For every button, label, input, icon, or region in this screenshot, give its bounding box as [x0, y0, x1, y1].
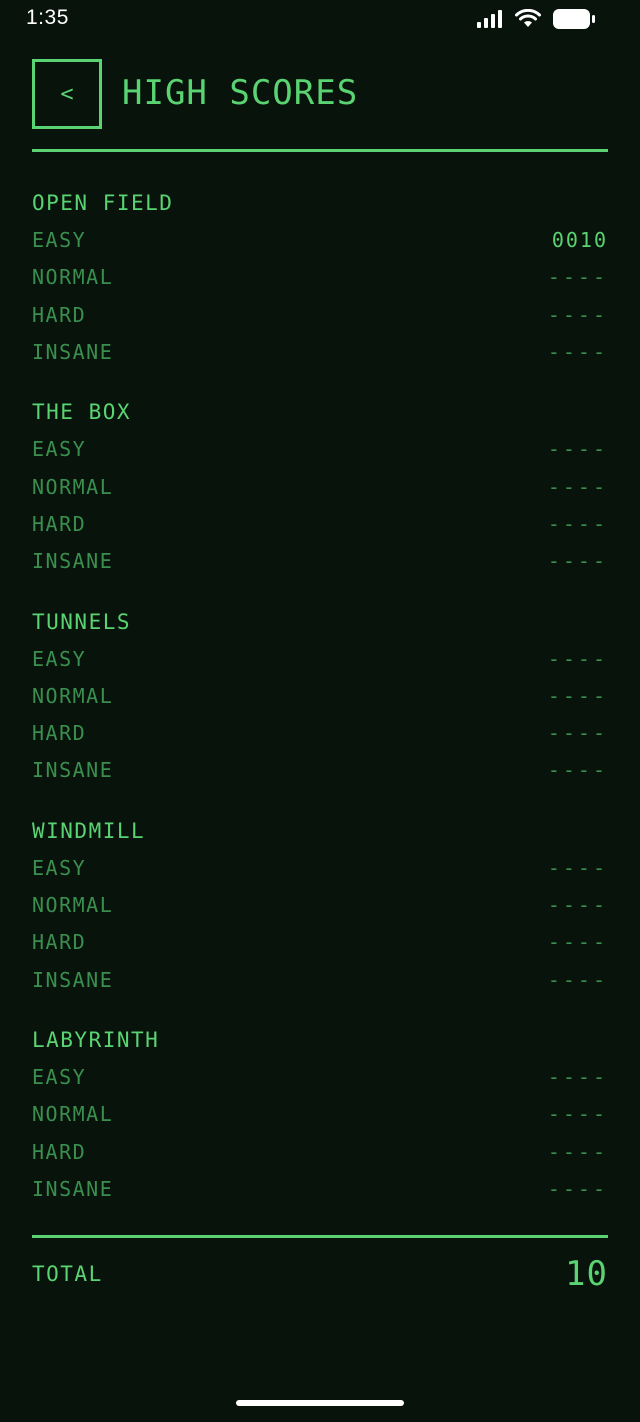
- difficulty-label: EASY: [32, 437, 87, 462]
- back-button[interactable]: <: [32, 59, 102, 129]
- score-row: EASY 0010: [32, 222, 608, 259]
- score-row: NORMAL ----: [32, 469, 608, 506]
- total-divider: [32, 1235, 608, 1238]
- difficulty-label: HARD: [32, 302, 87, 327]
- score-value: 0010: [551, 228, 608, 252]
- score-value: ----: [547, 1176, 608, 1201]
- difficulty-label: NORMAL: [32, 474, 114, 499]
- difficulty-label: INSANE: [32, 758, 114, 783]
- level-section-open-field: OPEN FIELD EASY 0010 NORMAL ---- HARD --…: [32, 184, 608, 393]
- difficulty-label: EASY: [32, 1065, 87, 1089]
- score-value: ----: [547, 646, 608, 671]
- difficulty-label: INSANE: [32, 1176, 114, 1201]
- score-row: EASY ----: [32, 1059, 608, 1096]
- level-section-tunnels: TUNNELS EASY ---- NORMAL ---- HARD ---- …: [32, 603, 608, 812]
- score-row: HARD ----: [32, 715, 608, 752]
- section-title: WINDMILL: [32, 818, 146, 843]
- difficulty-label: INSANE: [32, 549, 114, 574]
- status-bar: 1:35: [0, 0, 640, 40]
- score-value: ----: [547, 474, 608, 499]
- score-value: ----: [547, 511, 608, 536]
- difficulty-label: HARD: [32, 721, 87, 746]
- score-row: HARD ----: [32, 297, 608, 334]
- score-row: HARD ----: [32, 1134, 608, 1171]
- score-row: INSANE ----: [32, 752, 608, 789]
- difficulty-label: EASY: [32, 855, 87, 880]
- score-value: ----: [547, 758, 608, 783]
- score-value: ----: [547, 893, 608, 918]
- difficulty-label: EASY: [32, 646, 87, 671]
- status-icons: [476, 8, 596, 30]
- status-time: 1:35: [26, 6, 69, 29]
- home-indicator[interactable]: [236, 1400, 404, 1406]
- difficulty-label: HARD: [32, 930, 87, 955]
- total-label: TOTAL: [32, 1262, 103, 1286]
- score-value: ----: [547, 549, 608, 574]
- difficulty-label: NORMAL: [32, 265, 114, 290]
- score-value: ----: [547, 339, 608, 364]
- difficulty-label: HARD: [32, 1139, 87, 1164]
- score-row: INSANE ----: [32, 334, 608, 371]
- score-row: HARD ----: [32, 506, 608, 543]
- difficulty-label: INSANE: [32, 967, 114, 992]
- page-title: HIGH SCORES: [122, 73, 359, 113]
- score-value: ----: [547, 855, 608, 880]
- score-row: HARD ----: [32, 924, 608, 961]
- section-title: OPEN FIELD: [32, 191, 174, 215]
- total-row: TOTAL 10: [32, 1250, 608, 1298]
- score-row: NORMAL ----: [32, 259, 608, 296]
- score-row: INSANE ----: [32, 1171, 608, 1208]
- difficulty-label: HARD: [32, 511, 87, 536]
- header-divider: [32, 149, 608, 152]
- difficulty-label: NORMAL: [32, 893, 114, 918]
- score-row: NORMAL ----: [32, 1096, 608, 1133]
- cellular-signal-icon: [477, 10, 502, 28]
- difficulty-label: NORMAL: [32, 683, 114, 708]
- score-row: INSANE ----: [32, 962, 608, 999]
- score-value: ----: [547, 265, 608, 290]
- scores-list: OPEN FIELD EASY 0010 NORMAL ---- HARD --…: [32, 184, 608, 1230]
- score-value: ----: [547, 1139, 608, 1164]
- score-value: ----: [547, 683, 608, 708]
- difficulty-label: INSANE: [32, 339, 114, 364]
- header: < HIGH SCORES: [32, 59, 608, 129]
- difficulty-label: EASY: [32, 228, 87, 252]
- score-value: ----: [547, 1065, 608, 1089]
- score-row: INSANE ----: [32, 543, 608, 580]
- score-row: NORMAL ----: [32, 887, 608, 924]
- score-row: EASY ----: [32, 641, 608, 678]
- score-value: ----: [547, 721, 608, 746]
- score-value: ----: [547, 302, 608, 327]
- wifi-icon: [515, 9, 541, 27]
- difficulty-label: NORMAL: [32, 1102, 114, 1127]
- section-title: TUNNELS: [32, 609, 132, 634]
- total-value: 10: [565, 1254, 608, 1294]
- section-title: LABYRINTH: [32, 1028, 160, 1052]
- score-value: ----: [547, 967, 608, 992]
- level-section-labyrinth: LABYRINTH EASY ---- NORMAL ---- HARD ---…: [32, 1021, 608, 1230]
- level-section-windmill: WINDMILL EASY ---- NORMAL ---- HARD ----…: [32, 812, 608, 1021]
- score-value: ----: [547, 1102, 608, 1127]
- score-row: EASY ----: [32, 431, 608, 468]
- score-row: EASY ----: [32, 850, 608, 887]
- score-value: ----: [547, 437, 608, 462]
- section-title: THE BOX: [32, 400, 132, 425]
- score-row: NORMAL ----: [32, 678, 608, 715]
- battery-icon: [553, 9, 595, 29]
- level-section-the-box: THE BOX EASY ---- NORMAL ---- HARD ---- …: [32, 393, 608, 602]
- score-value: ----: [547, 930, 608, 955]
